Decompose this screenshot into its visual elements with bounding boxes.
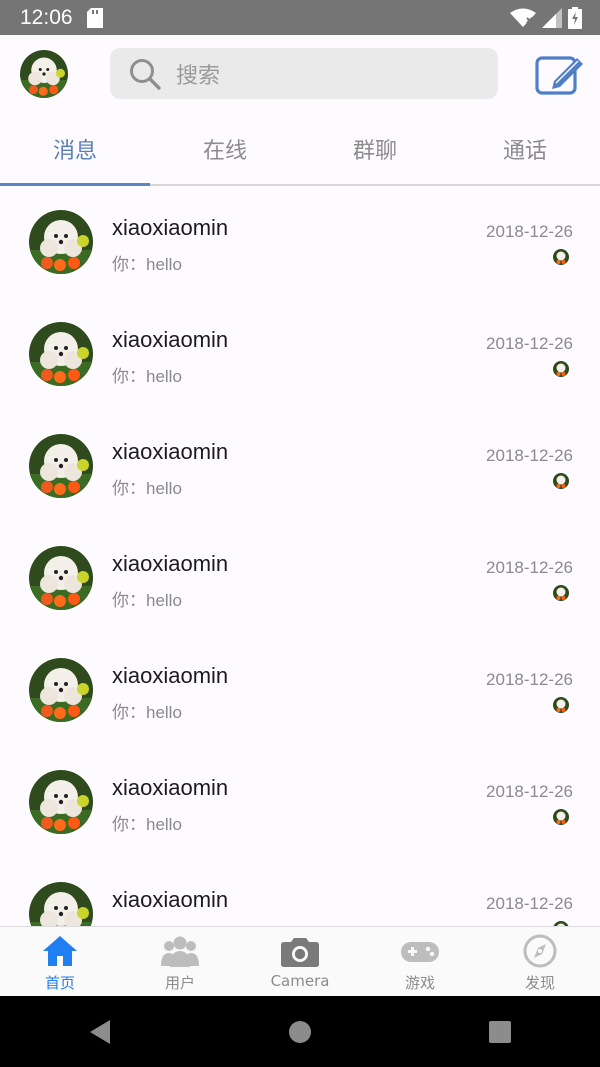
- contact-name: xiaoxiaomin: [112, 775, 229, 800]
- contact-name: xiaoxiaomin: [112, 663, 229, 688]
- last-message: 你：hello: [112, 703, 182, 722]
- conversation-row[interactable]: xiaoxiaomin 你：hello 2018-12-26: [0, 298, 600, 410]
- message-date: 2018-12-26: [486, 334, 573, 353]
- nav-discover[interactable]: 发现: [480, 927, 600, 996]
- conversation-row[interactable]: xiaoxiaomin 你：hello 2018-12-26: [0, 746, 600, 858]
- signal-icon: [542, 7, 562, 28]
- compose-icon[interactable]: [534, 52, 586, 96]
- contact-name: xiaoxiaomin: [112, 327, 229, 352]
- user-avatar[interactable]: [20, 50, 68, 98]
- status-bar: 12:06: [0, 0, 600, 35]
- read-receipt-avatar: [553, 249, 569, 265]
- contact-avatar: [29, 658, 93, 722]
- conversation-list: xiaoxiaomin 你：hello 2018-12-26 xiaoxiaom…: [0, 186, 600, 926]
- tab-calls[interactable]: 通话: [450, 113, 600, 184]
- nav-games[interactable]: 游戏: [360, 927, 480, 996]
- system-nav-bar: [0, 996, 600, 1067]
- conversation-row[interactable]: xiaoxiaomin 你：hello 2018-12-26: [0, 522, 600, 634]
- tab-online[interactable]: 在线: [150, 113, 300, 184]
- dog-avatar-image: [29, 882, 93, 926]
- dog-avatar-image: [29, 546, 93, 610]
- last-message: 你：hello: [112, 255, 182, 274]
- users-icon: [161, 936, 199, 967]
- search-placeholder: 搜索: [176, 63, 221, 89]
- message-date: 2018-12-26: [486, 446, 573, 465]
- wifi-icon: [510, 8, 536, 27]
- message-date: 2018-12-26: [486, 670, 573, 689]
- dog-avatar-image: [29, 658, 93, 722]
- search-bar[interactable]: 搜索: [110, 48, 498, 99]
- gamepad-icon: [401, 942, 439, 962]
- read-receipt-avatar: [553, 697, 569, 713]
- message-date: 2018-12-26: [486, 782, 573, 801]
- dog-avatar-image: [20, 50, 68, 98]
- nav-discover-label: 发现: [524, 974, 555, 992]
- contact-avatar: [29, 546, 93, 610]
- home-circle-icon[interactable]: [288, 1020, 312, 1044]
- contact-avatar: [29, 882, 93, 926]
- dog-avatar-image: [29, 210, 93, 274]
- nav-users[interactable]: 用户: [120, 927, 240, 996]
- compass-icon: [523, 934, 557, 968]
- read-receipt-avatar: [553, 585, 569, 601]
- last-message: 你：hello: [112, 367, 182, 386]
- recents-icon[interactable]: [488, 1020, 512, 1044]
- contact-name: xiaoxiaomin: [112, 215, 229, 240]
- last-message: 你：hello: [112, 479, 182, 498]
- tab-messages[interactable]: 消息: [0, 113, 150, 186]
- message-date: 2018-12-26: [486, 894, 573, 913]
- battery-charging-icon: [568, 6, 582, 29]
- app-header: 搜索: [0, 35, 600, 113]
- read-receipt-avatar: [553, 473, 569, 489]
- camera-icon: [281, 938, 319, 967]
- contact-avatar: [29, 770, 93, 834]
- back-icon[interactable]: [88, 1019, 112, 1045]
- nav-camera-label: Camera: [270, 972, 330, 990]
- last-message: 你：hello: [112, 591, 182, 610]
- nav-users-label: 用户: [164, 974, 195, 992]
- bottom-nav: 首页 用户 Camera 游戏 发现: [0, 926, 600, 996]
- sd-card-icon: [86, 7, 103, 28]
- conversation-row[interactable]: xiaoxiaomin 你：hello 2018-12-26: [0, 186, 600, 298]
- conversation-row[interactable]: xiaoxiaomin 你：hello 2018-12-26: [0, 410, 600, 522]
- nav-home[interactable]: 首页: [0, 927, 120, 996]
- nav-home-label: 首页: [44, 974, 75, 992]
- dog-avatar-image: [29, 434, 93, 498]
- nav-games-label: 游戏: [404, 974, 435, 992]
- conversation-row[interactable]: xiaoxiaomin 你：hello 2018-12-26: [0, 634, 600, 746]
- home-icon: [43, 936, 77, 966]
- message-date: 2018-12-26: [486, 558, 573, 577]
- contact-avatar: [29, 210, 93, 274]
- message-date: 2018-12-26: [486, 222, 573, 241]
- nav-camera[interactable]: Camera: [240, 927, 360, 996]
- status-time: 12:06: [20, 5, 73, 29]
- top-tabs: 消息 在线 群聊 通话: [0, 113, 600, 186]
- tab-group-chat[interactable]: 群聊: [300, 113, 450, 184]
- read-receipt-avatar: [553, 809, 569, 825]
- contact-name: xiaoxiaomin: [112, 439, 229, 464]
- contact-avatar: [29, 434, 93, 498]
- dog-avatar-image: [29, 322, 93, 386]
- last-message: 你：hello: [112, 815, 182, 834]
- contact-avatar: [29, 322, 93, 386]
- contact-name: xiaoxiaomin: [112, 551, 229, 576]
- search-icon: [130, 58, 161, 90]
- conversation-row[interactable]: xiaoxiaomin 你：hello 2018-12-26: [0, 858, 600, 926]
- contact-name: xiaoxiaomin: [112, 887, 229, 912]
- dog-avatar-image: [29, 770, 93, 834]
- read-receipt-avatar: [553, 361, 569, 377]
